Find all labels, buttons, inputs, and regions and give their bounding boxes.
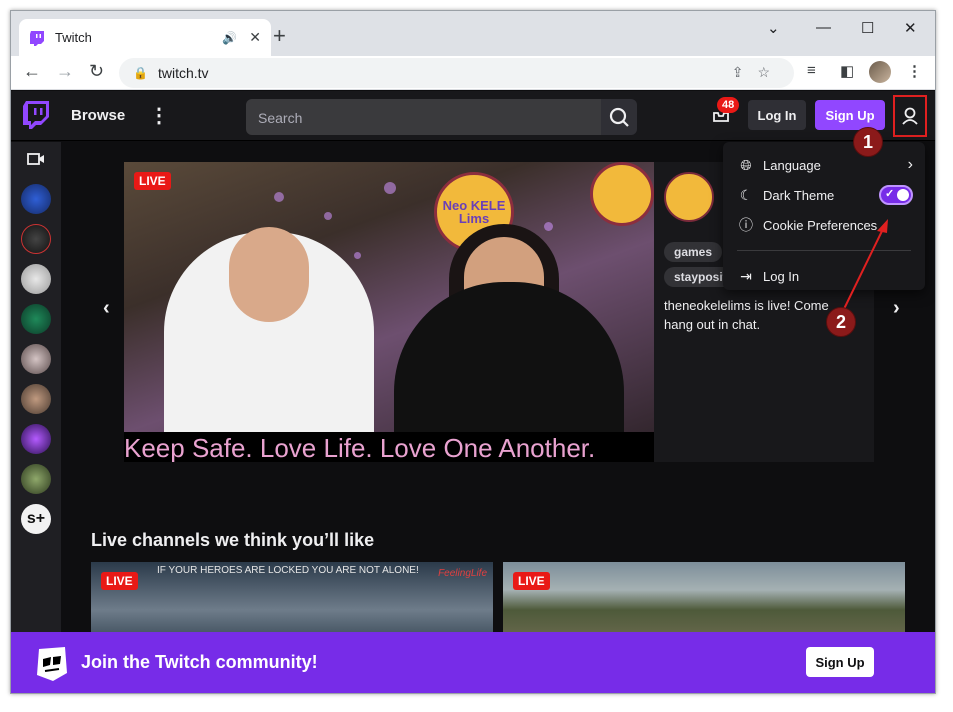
join-community-banner: Join the Twitch community! Sign Up bbox=[11, 632, 935, 693]
banner-signup-button[interactable]: Sign Up bbox=[806, 647, 874, 677]
twitch-glitch-icon bbox=[37, 647, 67, 681]
browser-window: Twitch 🔊 ✕ + ⌄ — ☐ ✕ ← → ↻ 🔒 twitch.tv ⇪… bbox=[10, 10, 936, 694]
annotation-step-2: 2 bbox=[826, 307, 856, 337]
banner-text: Join the Twitch community! bbox=[81, 652, 318, 672]
annotation-arrow bbox=[842, 219, 888, 312]
annotation-step-1: 1 bbox=[853, 127, 883, 157]
